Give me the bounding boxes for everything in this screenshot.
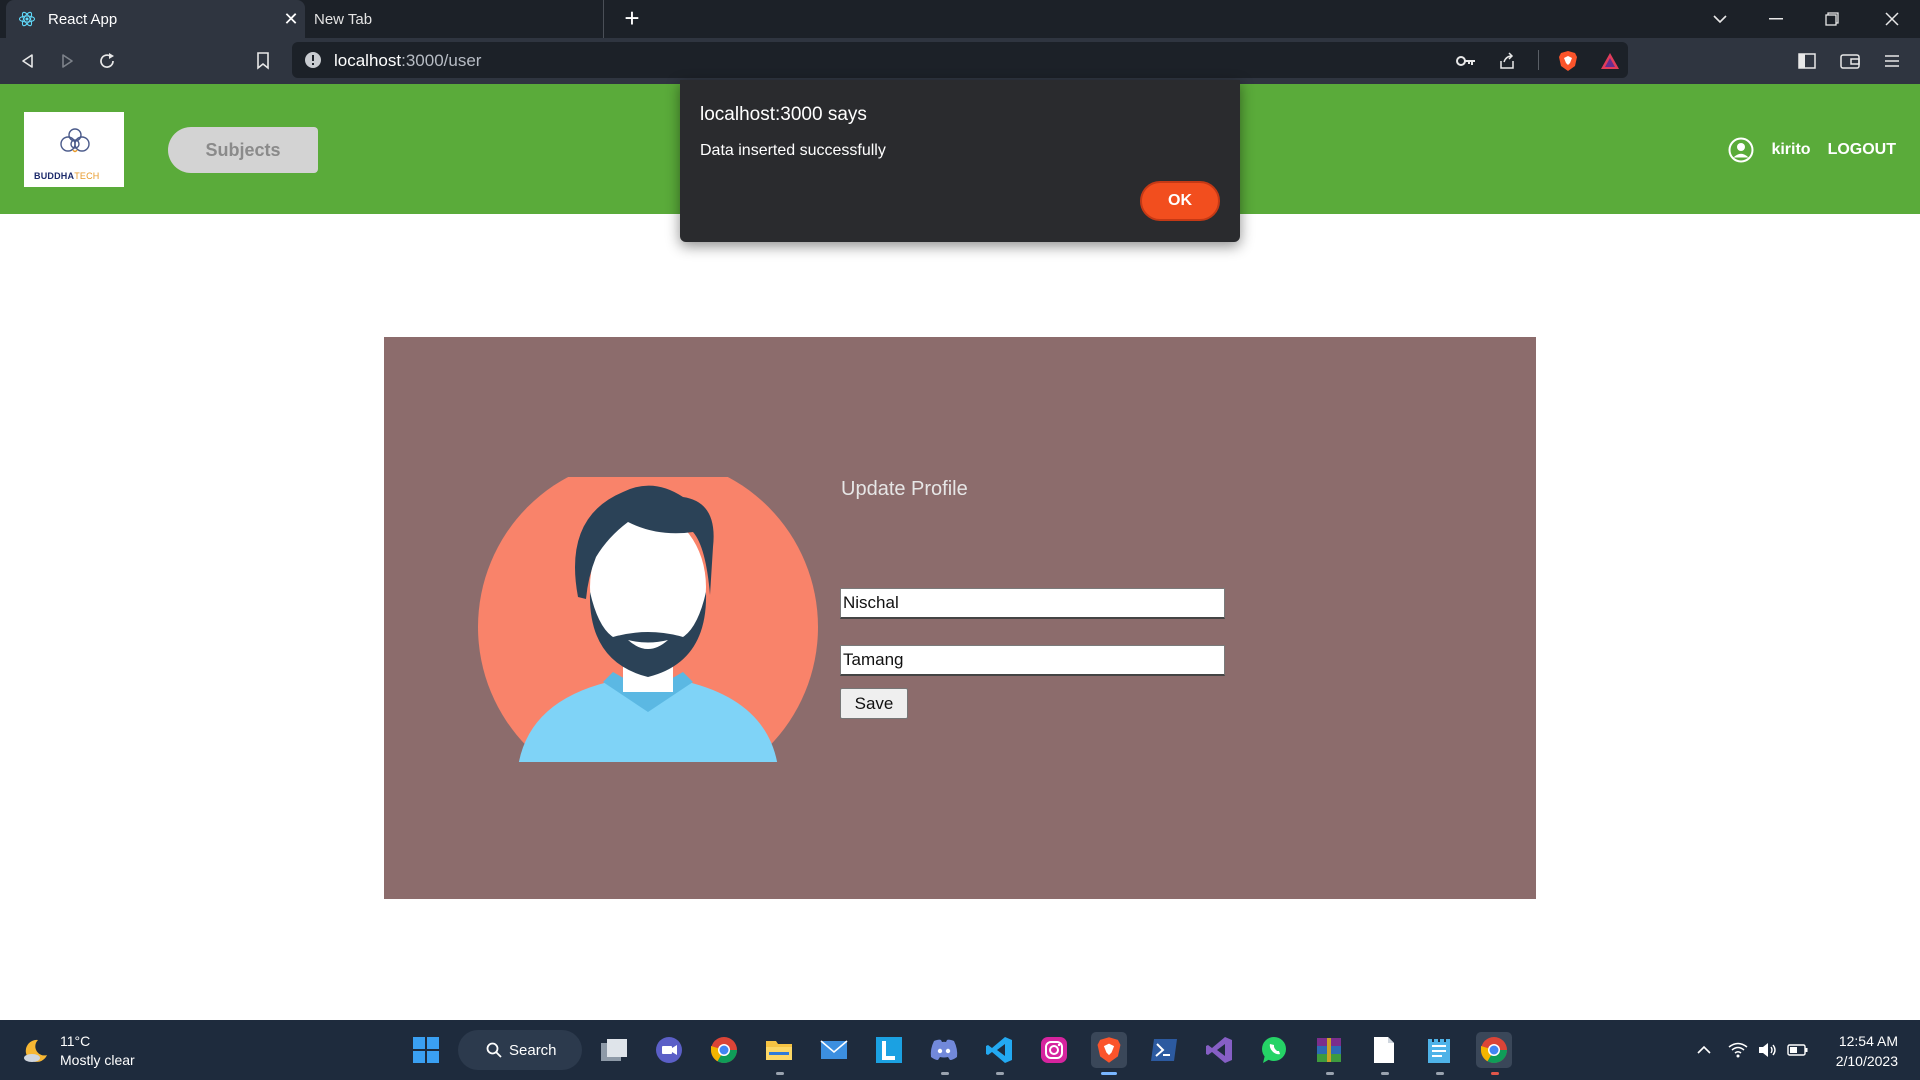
running-indicator [1326, 1072, 1334, 1075]
moon-cloud-icon [24, 1039, 47, 1062]
instagram-icon[interactable] [1036, 1032, 1072, 1068]
buddhatech-logo[interactable]: BUDDHATECH [24, 112, 124, 187]
back-icon[interactable] [13, 46, 43, 76]
subjects-button[interactable]: Subjects [168, 127, 318, 173]
address-bar[interactable]: localhost:3000/user [292, 42, 1628, 78]
l-app-icon[interactable] [871, 1032, 907, 1068]
task-view-icon[interactable] [596, 1032, 632, 1068]
alert-message: Data inserted successfully [700, 142, 886, 159]
bookmark-icon[interactable] [248, 46, 278, 76]
password-key-icon[interactable] [1454, 49, 1478, 73]
react-icon [18, 10, 36, 28]
windows-taskbar: 11°C Mostly clear Search 12:54 AM 2/10/2… [0, 1020, 1920, 1080]
volume-icon[interactable] [1756, 1038, 1780, 1062]
alert-title: localhost:3000 says [700, 104, 867, 125]
taskbar-search[interactable]: Search [458, 1030, 582, 1070]
share-icon[interactable] [1495, 49, 1519, 73]
whatsapp-icon[interactable] [1256, 1032, 1292, 1068]
sidebar-toggle-icon[interactable] [1792, 46, 1822, 76]
battery-icon[interactable] [1786, 1038, 1810, 1062]
save-button[interactable]: Save [840, 688, 908, 719]
first-name-input[interactable] [840, 588, 1225, 619]
minimize-icon[interactable] [1748, 0, 1804, 38]
meet-icon[interactable] [651, 1032, 687, 1068]
url-text: localhost:3000/user [334, 51, 482, 70]
running-indicator [1381, 1072, 1389, 1075]
close-window-icon[interactable] [1864, 0, 1920, 38]
running-indicator [776, 1072, 784, 1075]
chrome-active-icon[interactable] [1476, 1032, 1512, 1068]
show-hidden-icons-icon[interactable] [1692, 1038, 1716, 1062]
username-label[interactable]: kirito [1771, 141, 1810, 159]
weather-widget[interactable]: 11°C Mostly clear [22, 1032, 135, 1070]
tab-title: New Tab [314, 10, 373, 28]
brave-rewards-icon[interactable] [1598, 49, 1622, 73]
wallet-icon[interactable] [1835, 46, 1865, 76]
notepad-icon[interactable] [1421, 1032, 1457, 1068]
document-icon[interactable] [1366, 1032, 1402, 1068]
buddhatech-logo-mark-icon [60, 128, 90, 153]
user-profile-icon[interactable] [1728, 137, 1754, 163]
weather-condition: Mostly clear [60, 1052, 135, 1068]
running-indicator [1436, 1072, 1444, 1075]
site-info-icon[interactable] [304, 51, 322, 74]
mail-icon[interactable] [816, 1032, 852, 1068]
alert-ok-button[interactable]: OK [1140, 181, 1220, 221]
brave-browser-icon[interactable] [1091, 1032, 1127, 1068]
clock-time: 12:54 AM [1838, 1033, 1898, 1049]
clock-date: 2/10/2023 [1835, 1053, 1898, 1069]
new-tab-icon[interactable]: + [618, 4, 646, 34]
brave-shields-icon[interactable] [1556, 49, 1580, 73]
browser-toolbar: localhost:3000/user [0, 38, 1920, 84]
user-avatar-image [478, 477, 818, 762]
wifi-icon[interactable] [1726, 1038, 1750, 1062]
last-name-input[interactable] [840, 645, 1225, 676]
alert-dialog: localhost:3000 says Data inserted succes… [680, 80, 1240, 242]
browser-tab-strip: React App ✕ New Tab + [0, 0, 1920, 38]
logo-text: BUDDHATECH [34, 171, 100, 181]
tab-search-chevron-icon[interactable] [1692, 0, 1748, 38]
forward-icon[interactable] [52, 46, 82, 76]
update-profile-card: Update Profile Save [384, 337, 1536, 899]
winrar-icon[interactable] [1311, 1032, 1347, 1068]
running-indicator [996, 1072, 1004, 1075]
close-tab-icon[interactable]: ✕ [277, 9, 305, 30]
weather-temperature: 11°C [60, 1033, 91, 1049]
discord-icon[interactable] [926, 1032, 962, 1068]
tab-new-tab[interactable]: New Tab [305, 0, 604, 38]
chrome-icon[interactable] [706, 1032, 742, 1068]
running-indicator [941, 1072, 949, 1075]
tab-title: React App [48, 10, 118, 28]
powershell-icon[interactable] [1146, 1032, 1182, 1068]
active-indicator [1101, 1072, 1117, 1075]
update-profile-title: Update Profile [841, 478, 968, 500]
vscode-icon[interactable] [981, 1032, 1017, 1068]
restore-icon[interactable] [1804, 0, 1860, 38]
search-icon [486, 1042, 502, 1058]
search-label: Search [509, 1041, 557, 1059]
file-explorer-icon[interactable] [761, 1032, 797, 1068]
address-bar-divider [1538, 50, 1539, 70]
running-indicator [1491, 1072, 1499, 1075]
menu-icon[interactable] [1877, 46, 1907, 76]
visual-studio-icon[interactable] [1201, 1032, 1237, 1068]
tab-react-app[interactable]: React App ✕ [6, 0, 305, 38]
user-area: kirito LOGOUT [1728, 137, 1896, 163]
start-icon[interactable] [408, 1032, 444, 1068]
reload-icon[interactable] [92, 46, 122, 76]
taskbar-clock[interactable]: 12:54 AM 2/10/2023 [1836, 1031, 1898, 1071]
logout-link[interactable]: LOGOUT [1828, 141, 1896, 159]
